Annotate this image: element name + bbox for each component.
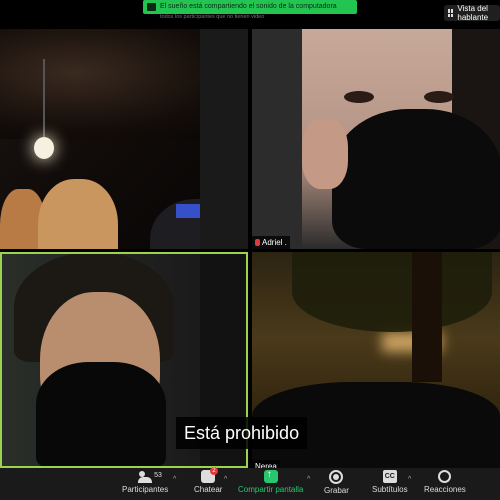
sharing-banner-subtext: todos los participantes que no tienen vi… xyxy=(160,14,265,20)
participant-name: Adriel . xyxy=(262,238,287,247)
participant-hand xyxy=(302,119,348,189)
reactions-label: Reacciones xyxy=(424,485,466,494)
reactions-icon xyxy=(438,470,452,483)
speaker-icon xyxy=(147,3,156,11)
face-mask xyxy=(332,109,500,249)
share-screen-label: Compartir pantalla xyxy=(238,485,304,494)
chat-label: Chatear xyxy=(194,485,223,494)
participant-eye xyxy=(344,91,374,103)
tree-trunk xyxy=(412,252,442,382)
caption-text: Está prohibido xyxy=(176,417,308,449)
sharing-banner: El sueño está compartiendo el sonido de … xyxy=(143,0,357,14)
chevron-up-icon[interactable]: ^ xyxy=(224,476,227,483)
grid-icon xyxy=(448,9,454,17)
participant-name-tag: Adriel . xyxy=(252,236,290,249)
record-label: Grabar xyxy=(324,486,349,495)
lamp-cord xyxy=(43,59,45,139)
chat-badge: 2 xyxy=(210,467,218,475)
background-wall xyxy=(252,29,302,249)
record-button[interactable]: Grabar xyxy=(324,470,349,495)
meeting-toolbar: 53 Participantes ^ 2 Chatear ^ Compartir… xyxy=(0,467,500,500)
view-switch-label: Vista del hablante xyxy=(457,4,489,22)
sharing-banner-text: El sueño está compartiendo el sonido de … xyxy=(160,3,337,10)
chat-icon: 2 xyxy=(201,467,218,483)
captions-icon: CC xyxy=(382,470,397,483)
car-screen xyxy=(176,204,200,218)
tile-divider xyxy=(200,29,248,249)
chevron-up-icon[interactable]: ^ xyxy=(408,476,411,483)
captions-button[interactable]: CC Subtítulos xyxy=(372,470,408,494)
chevron-up-icon[interactable]: ^ xyxy=(307,476,310,483)
chevron-up-icon[interactable]: ^ xyxy=(173,476,176,483)
participant-count: 53 xyxy=(154,472,162,479)
muted-mic-icon xyxy=(255,239,260,246)
view-switch-button[interactable]: Vista del hablante xyxy=(444,4,500,22)
participants-label: Participantes xyxy=(122,485,169,494)
chat-button[interactable]: 2 Chatear xyxy=(194,467,223,494)
participant-eye xyxy=(424,91,454,103)
record-icon xyxy=(329,470,344,484)
participants-button[interactable]: 53 Participantes xyxy=(122,470,168,494)
video-tile-1[interactable] xyxy=(0,29,248,249)
captions-label: Subtítulos xyxy=(372,485,408,494)
video-tile-2[interactable] xyxy=(252,29,500,249)
share-screen-button[interactable]: Compartir pantalla xyxy=(238,469,304,494)
reactions-button[interactable]: Reacciones xyxy=(424,470,466,494)
person-hair xyxy=(38,179,118,249)
tree-canopy xyxy=(292,252,492,332)
lamp xyxy=(34,137,54,159)
share-screen-icon xyxy=(263,469,278,483)
participants-icon: 53 xyxy=(138,470,162,483)
